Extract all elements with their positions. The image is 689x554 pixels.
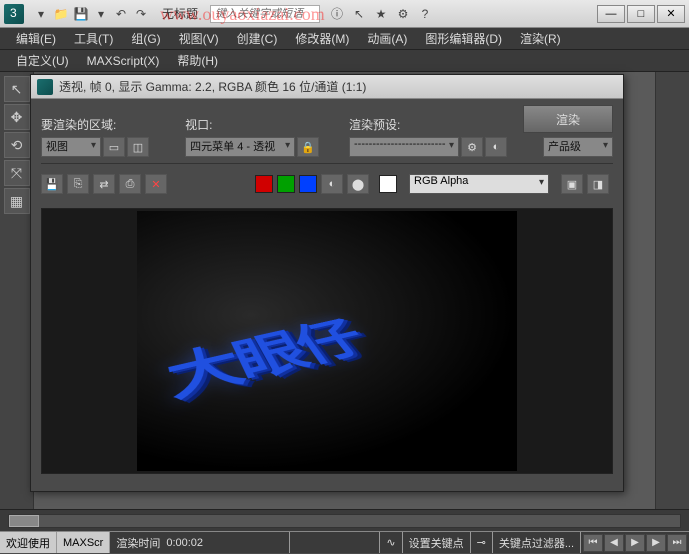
white-swatch[interactable] — [379, 175, 397, 193]
goto-start-icon[interactable]: ⏮ — [583, 534, 603, 552]
prev-frame-icon[interactable]: ◀ — [604, 534, 624, 552]
main-menubar-2: 自定义(U) MAXScript(X) 帮助(H) — [0, 50, 689, 72]
menu-views[interactable]: 视图(V) — [171, 28, 227, 49]
undo-icon[interactable]: ↶ — [112, 5, 130, 23]
open-icon[interactable]: 📁 — [52, 5, 70, 23]
timeline-thumb[interactable] — [9, 515, 39, 527]
menu-customize[interactable]: 自定义(U) — [8, 50, 77, 71]
rendered-image: 大眼仔 — [137, 211, 517, 471]
region-crop-icon[interactable]: ◫ — [127, 137, 149, 157]
right-command-panel[interactable] — [655, 72, 689, 509]
main-menubar: 编辑(E) 工具(T) 组(G) 视图(V) 创建(C) 修改器(M) 动画(A… — [0, 28, 689, 50]
menu-render[interactable]: 渲染(R) — [512, 28, 569, 49]
channel-select[interactable]: RGB Alpha — [409, 174, 549, 194]
preset-select[interactable]: ------------------------- — [349, 137, 459, 157]
render-logo-icon — [37, 79, 53, 95]
menu-group[interactable]: 组(G) — [123, 28, 168, 49]
render-frame-window: 透视, 帧 0, 显示 Gamma: 2.2, RGBA 颜色 16 位/通道 … — [30, 74, 624, 492]
menu-tools[interactable]: 工具(T) — [66, 28, 121, 49]
region-edit-icon[interactable]: ▭ — [103, 137, 125, 157]
close-button[interactable]: ✕ — [657, 5, 685, 23]
status-welcome: 欢迎使用 — [0, 532, 57, 553]
toggle-overlay-icon[interactable]: ▣ — [561, 174, 583, 194]
clone-icon[interactable]: ⎘ — [67, 174, 89, 194]
status-bar: 欢迎使用 MAXScr 渲染时间 0:00:02 ∿ 设置关键点 ⊸ 关键点过滤… — [0, 531, 689, 553]
red-channel-swatch[interactable] — [255, 175, 273, 193]
render-window-title: 透视, 帧 0, 显示 Gamma: 2.2, RGBA 颜色 16 位/通道 … — [59, 78, 366, 95]
production-select[interactable]: 产品级 — [543, 137, 613, 157]
region-select[interactable]: 视图 — [41, 137, 101, 157]
alpha-icon[interactable]: ◐ — [321, 174, 343, 194]
save-icon[interactable]: 💾 — [72, 5, 90, 23]
left-toolbar: ↖ ✥ ⟲ ⤧ ▦ — [0, 72, 34, 509]
save-dropdown-icon[interactable]: ▾ — [92, 5, 110, 23]
curve-icon[interactable]: ∿ — [380, 532, 402, 553]
menu-modifiers[interactable]: 修改器(M) — [287, 28, 357, 49]
menu-graph[interactable]: 图形编辑器(D) — [417, 28, 510, 49]
compare-icon[interactable]: ⇄ — [93, 174, 115, 194]
preset-env-icon[interactable]: ◐ — [485, 137, 507, 157]
menu-edit[interactable]: 编辑(E) — [8, 28, 64, 49]
render-time-value: 0:00:02 — [166, 537, 203, 549]
blue-channel-swatch[interactable] — [299, 175, 317, 193]
next-frame-icon[interactable]: ▶ — [646, 534, 666, 552]
toggle-frame-icon[interactable]: ◨ — [587, 174, 609, 194]
render-controls: 要渲染的区域: 视图 ▭ ◫ 视口: 四元菜单 4 - 透视 — [31, 99, 623, 204]
save-image-icon[interactable]: 💾 — [41, 174, 63, 194]
timeline-track[interactable] — [8, 514, 681, 528]
arrow-icon[interactable]: ↖ — [350, 5, 368, 23]
render-time-label: 渲染时间 — [116, 535, 160, 551]
preset-setup-icon[interactable]: ⚙ — [461, 137, 483, 157]
move-tool-icon[interactable]: ✥ — [4, 104, 30, 130]
print-icon[interactable]: ⎙ — [119, 174, 141, 194]
lock-icon[interactable] — [297, 137, 319, 157]
maximize-button[interactable]: □ — [627, 5, 655, 23]
star-icon[interactable]: ★ — [372, 5, 390, 23]
play-icon[interactable]: ▶ — [625, 534, 645, 552]
recent-files-icon[interactable]: ▾ — [32, 5, 50, 23]
help-icon[interactable]: ? — [416, 5, 434, 23]
menu-maxscript[interactable]: MAXScript(X) — [79, 52, 168, 70]
help-search-input[interactable] — [210, 5, 320, 23]
gear-icon[interactable]: ⚙ — [394, 5, 412, 23]
snap-tool-icon[interactable]: ▦ — [4, 188, 30, 214]
rotate-tool-icon[interactable]: ⟲ — [4, 132, 30, 158]
menu-help[interactable]: 帮助(H) — [169, 50, 226, 71]
preset-label: 渲染预设: — [349, 116, 507, 133]
viewport-select[interactable]: 四元菜单 4 - 透视 — [185, 137, 295, 157]
region-label: 要渲染的区域: — [41, 116, 169, 133]
main-area: ↖ ✥ ⟲ ⤧ ▦ 透视, 帧 0, 显示 Gamma: 2.2, RGBA 颜… — [0, 72, 689, 509]
green-channel-swatch[interactable] — [277, 175, 295, 193]
rendered-3d-text: 大眼仔 — [158, 306, 379, 413]
render-button[interactable]: 渲染 — [523, 105, 613, 133]
set-key-button[interactable]: 设置关键点 — [403, 532, 471, 553]
minimize-button[interactable]: — — [597, 5, 625, 23]
info-icon[interactable]: ⓘ — [328, 5, 346, 23]
document-title: 无标题 — [162, 5, 198, 22]
main-titlebar: ▾ 📁 💾 ▾ ↶ ↷ 无标题 ⓘ ↖ ★ ⚙ ? — □ ✕ — [0, 0, 689, 28]
status-maxscript[interactable]: MAXScr — [57, 532, 110, 553]
clear-icon[interactable]: ✕ — [145, 174, 167, 194]
mono-icon[interactable]: ⬤ — [347, 174, 369, 194]
select-tool-icon[interactable]: ↖ — [4, 76, 30, 102]
menu-create[interactable]: 创建(C) — [229, 28, 286, 49]
key-icon[interactable]: ⊸ — [471, 532, 493, 553]
timeline-bar — [0, 509, 689, 531]
menu-animation[interactable]: 动画(A) — [359, 28, 415, 49]
viewport-label: 视口: — [185, 116, 333, 133]
render-titlebar[interactable]: 透视, 帧 0, 显示 Gamma: 2.2, RGBA 颜色 16 位/通道 … — [31, 75, 623, 99]
viewport-canvas[interactable]: 透视, 帧 0, 显示 Gamma: 2.2, RGBA 颜色 16 位/通道 … — [34, 72, 655, 509]
scale-tool-icon[interactable]: ⤧ — [4, 160, 30, 186]
redo-icon[interactable]: ↷ — [132, 5, 150, 23]
key-filter-button[interactable]: 关键点过滤器... — [493, 532, 581, 553]
goto-end-icon[interactable]: ⏭ — [667, 534, 687, 552]
render-output-viewport[interactable]: 大眼仔 — [41, 208, 613, 474]
app-logo — [4, 4, 24, 24]
